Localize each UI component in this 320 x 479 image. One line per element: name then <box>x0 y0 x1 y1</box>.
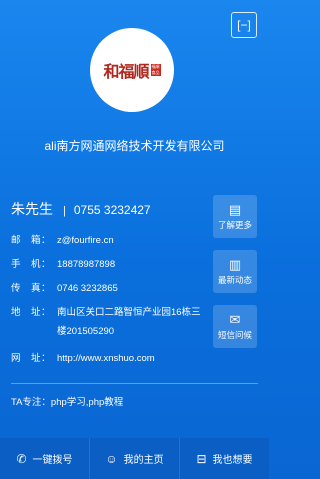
info-row-mobile: 手 机： 18878987898 <box>11 258 206 271</box>
info-label: 地 址： <box>11 307 52 318</box>
sms-greeting-label: 短信问候 <box>217 330 252 340</box>
company-logo: 和福順 福順 食品 <box>90 28 174 112</box>
wish-icon: ⊟ <box>196 451 207 466</box>
mail-icon: ✉ <box>229 312 241 327</box>
tab-want-too[interactable]: ⊟ 我也想要 <box>179 438 269 479</box>
latest-news-button[interactable]: ▥ 最新动态 <box>213 250 257 293</box>
scan-button[interactable]: [−] <box>231 12 257 38</box>
ta-focus-note: TA专注：php学习,php教程 <box>11 397 124 408</box>
tab-my-homepage[interactable]: ☺ 我的主页 <box>89 438 179 479</box>
info-row-website: 网 址： http://www.xnshuo.com <box>11 352 206 365</box>
tab-my-homepage-label: 我的主页 <box>123 455 164 466</box>
info-label: 邮 箱： <box>11 235 52 246</box>
website-link[interactable]: http://www.xnshuo.com <box>57 352 206 365</box>
address-value: 南山区关口二路智恒产业园16栋三楼201505290 <box>57 307 201 337</box>
learn-more-button[interactable]: ▤ 了解更多 <box>213 195 257 238</box>
info-label: 手 机： <box>11 259 52 270</box>
info-row-fax: 传 真： 0746 3232865 <box>11 282 206 295</box>
info-list: 邮 箱： z@fourfire.cn 手 机： 18878987898 传 真：… <box>11 234 206 376</box>
user-icon: ☺ <box>105 451 118 466</box>
contact-separator: | <box>63 205 66 217</box>
info-row-email: 邮 箱： z@fourfire.cn <box>11 234 206 247</box>
divider <box>11 383 258 384</box>
email-value[interactable]: z@fourfire.cn <box>57 234 206 247</box>
info-label: 网 址： <box>11 353 52 364</box>
sms-greeting-button[interactable]: ✉ 短信问候 <box>213 305 257 348</box>
contact-name: 朱先生 <box>11 201 53 217</box>
mobile-value[interactable]: 18878987898 <box>57 258 206 271</box>
tab-dial-label: 一键拨号 <box>32 455 73 466</box>
learn-more-label: 了解更多 <box>217 220 252 230</box>
news-icon: ▥ <box>228 257 242 272</box>
contact-phone[interactable]: 0755 3232427 <box>74 203 151 217</box>
latest-news-label: 最新动态 <box>217 275 252 285</box>
document-icon: ▤ <box>228 202 242 217</box>
tab-want-too-label: 我也想要 <box>212 455 253 466</box>
info-row-address: 地 址： 南山区关口二路智恒产业园16栋三楼201505290 <box>11 306 206 341</box>
tab-dial[interactable]: ✆ 一键拨号 <box>0 438 89 479</box>
info-label: 传 真： <box>11 283 52 294</box>
scan-icon: [−] <box>237 18 251 32</box>
logo-seal-line2: 食品 <box>151 70 160 75</box>
logo-text: 和福順 <box>103 62 149 81</box>
fax-value: 0746 3232865 <box>57 283 118 294</box>
phone-icon: ✆ <box>16 451 27 466</box>
contact-line: 朱先生 | 0755 3232427 <box>11 199 151 219</box>
bottom-tab-bar: ✆ 一键拨号 ☺ 我的主页 ⊟ 我也想要 <box>0 438 269 479</box>
company-name: ali南方网通网络技术开发有限公司 <box>44 139 225 153</box>
logo-seal: 福順 食品 <box>150 64 161 76</box>
